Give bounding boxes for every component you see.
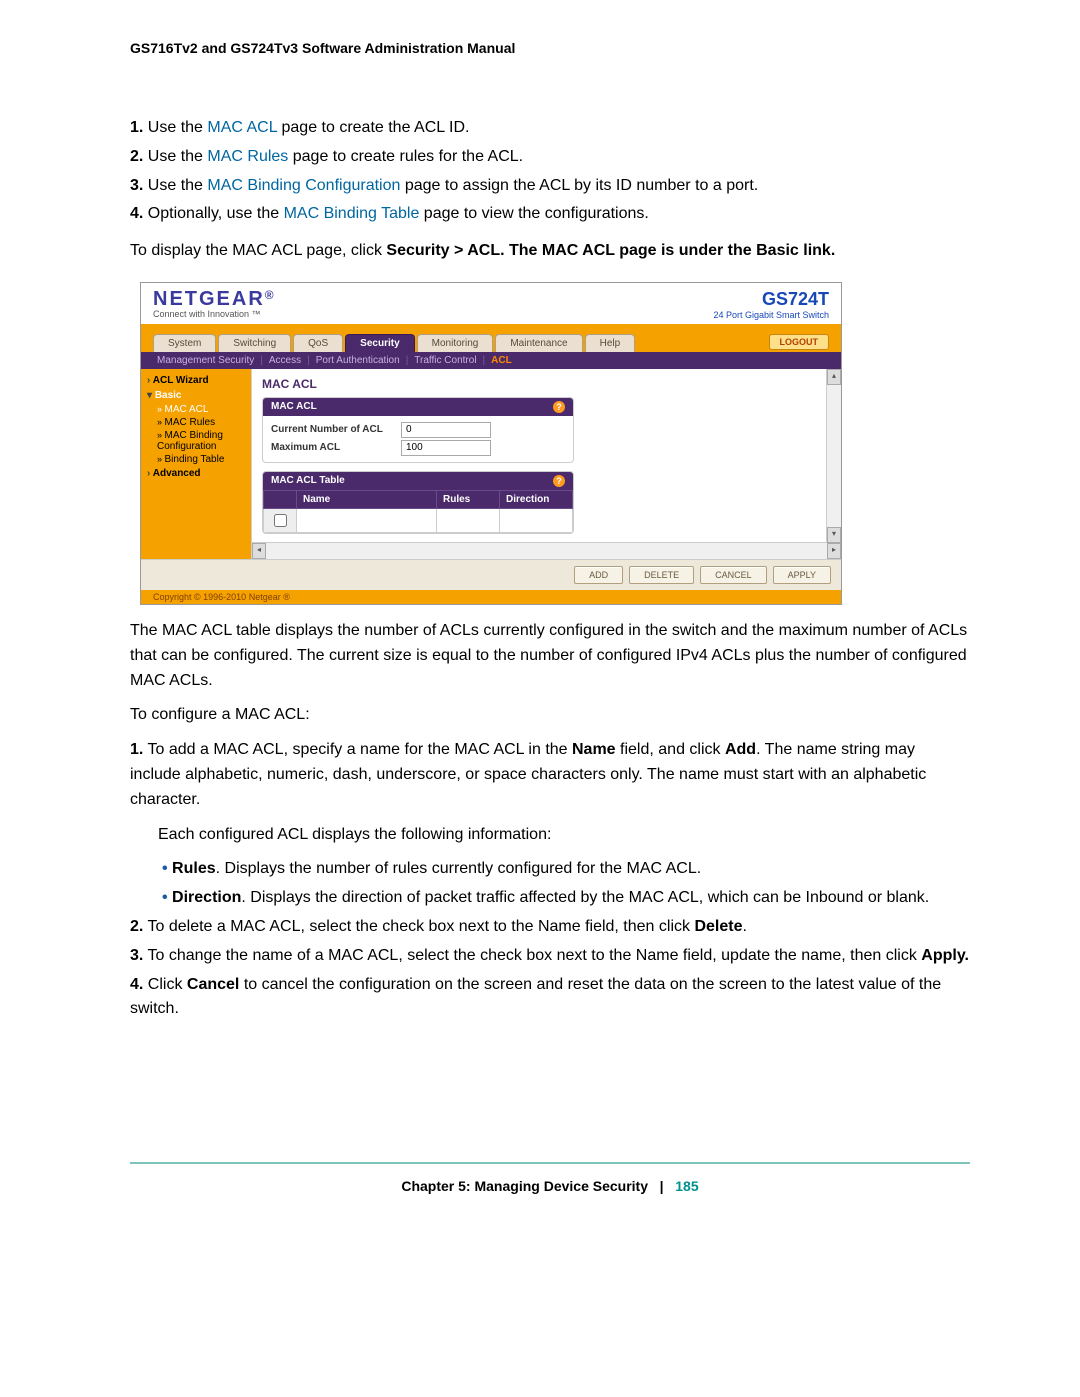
top-steps: 1. Use the MAC ACL page to create the AC… (130, 116, 970, 227)
page-number: 185 (675, 1178, 698, 1194)
config-step-1: 1. To add a MAC ACL, specify a name for … (130, 738, 970, 911)
action-bar: ADD DELETE CANCEL APPLY (141, 559, 841, 590)
step-3: 3. Use the MAC Binding Configuration pag… (130, 174, 970, 199)
logout-button[interactable]: LOGOUT (769, 334, 830, 350)
tab-switching[interactable]: Switching (218, 334, 291, 352)
cell-rules (437, 508, 500, 532)
copyright: Copyright © 1996-2010 Netgear ® (141, 590, 841, 604)
sidebar-basic[interactable]: Basic (147, 388, 249, 403)
sidebar-acl-wizard[interactable]: ACL Wizard (147, 373, 249, 388)
delete-button[interactable]: DELETE (629, 566, 694, 584)
panel-mac-acl-table: MAC ACL Table ? Name Rules Direction (262, 471, 574, 534)
model-block: GS724T 24 Port Gigabit Smart Switch (713, 289, 829, 320)
tab-qos[interactable]: QoS (293, 334, 343, 352)
step-1: 1. Use the MAC ACL page to create the AC… (130, 116, 970, 141)
explain-para-1: The MAC ACL table displays the number of… (130, 619, 970, 693)
intro-para: To display the MAC ACL page, click Secur… (130, 239, 970, 264)
link-mac-binding-table[interactable]: MAC Binding Table (284, 205, 420, 222)
footer-rule (130, 1162, 970, 1164)
col-rules: Rules (437, 490, 500, 508)
panel-mac-acl-title: MAC ACL (271, 401, 317, 412)
tab-system[interactable]: System (153, 334, 216, 352)
sidebar-item-mac-binding-config[interactable]: MAC Binding Configuration (147, 429, 249, 453)
app-header: NETGEAR® Connect with Innovation ™ GS724… (141, 283, 841, 324)
tab-help[interactable]: Help (585, 334, 636, 352)
sidebar-item-mac-rules[interactable]: MAC Rules (147, 416, 249, 429)
help-icon[interactable]: ? (553, 475, 565, 487)
tab-maintenance[interactable]: Maintenance (495, 334, 582, 352)
scroll-right-icon[interactable]: ▸ (827, 543, 841, 559)
subtab-mgmt-security[interactable]: Management Security (157, 355, 254, 366)
cell-name[interactable] (297, 508, 437, 532)
table-row (264, 508, 573, 532)
panel-mac-acl: MAC ACL ? Current Number of ACL Maximum … (262, 397, 574, 463)
cancel-button[interactable]: CANCEL (700, 566, 767, 584)
sidebar-item-mac-acl[interactable]: MAC ACL (147, 403, 249, 416)
config-step-1-sub: Each configured ACL displays the followi… (158, 823, 970, 848)
subtab-port-auth[interactable]: Port Authentication (316, 355, 400, 366)
bullet-rules: Rules. Displays the number of rules curr… (162, 857, 970, 882)
input-current-acl[interactable] (401, 422, 491, 438)
netgear-logo: NETGEAR® (153, 289, 276, 309)
add-button[interactable]: ADD (574, 566, 623, 584)
brand-tagline: Connect with Innovation ™ (153, 309, 276, 319)
config-steps: 1. To add a MAC ACL, specify a name for … (130, 738, 970, 1022)
panel-table-title: MAC ACL Table (271, 475, 345, 486)
step-2: 2. Use the MAC Rules page to create rule… (130, 145, 970, 170)
col-name: Name (297, 490, 437, 508)
apply-button[interactable]: APPLY (773, 566, 831, 584)
help-icon[interactable]: ? (553, 401, 565, 413)
scroll-left-icon[interactable]: ◂ (252, 543, 266, 559)
tab-monitoring[interactable]: Monitoring (417, 334, 494, 352)
link-mac-acl[interactable]: MAC ACL (207, 119, 277, 136)
config-step-2: 2. To delete a MAC ACL, select the check… (130, 915, 970, 940)
sidebar-advanced[interactable]: Advanced (147, 466, 249, 481)
section-title: MAC ACL (262, 377, 831, 391)
step-4: 4. Optionally, use the MAC Binding Table… (130, 202, 970, 227)
main-tabs: System Switching QoS Security Monitoring… (141, 330, 841, 352)
model-sub: 24 Port Gigabit Smart Switch (713, 310, 829, 320)
sidebar-item-binding-table[interactable]: Binding Table (147, 453, 249, 466)
tab-security[interactable]: Security (345, 334, 414, 352)
col-checkbox (264, 490, 297, 508)
screenshot: NETGEAR® Connect with Innovation ™ GS724… (140, 282, 842, 605)
link-mac-rules[interactable]: MAC Rules (207, 148, 288, 165)
label-max-acl: Maximum ACL (271, 442, 401, 453)
explain-para-2: To configure a MAC ACL: (130, 703, 970, 728)
subtab-acl[interactable]: ACL (491, 355, 512, 366)
hscrollbar[interactable]: ◂ ▸ (252, 542, 841, 559)
page-footer: Chapter 5: Managing Device Security | 18… (130, 1178, 970, 1194)
row-checkbox[interactable] (274, 514, 287, 527)
subtab-access[interactable]: Access (269, 355, 301, 366)
sub-tabs: Management Security| Access| Port Authen… (141, 352, 841, 369)
config-step-4: 4. Click Cancel to cancel the configurat… (130, 973, 970, 1023)
vscrollbar[interactable]: ▴ ▾ (826, 369, 841, 543)
subtab-traffic-control[interactable]: Traffic Control (414, 355, 476, 366)
label-current-acl: Current Number of ACL (271, 424, 401, 435)
col-direction: Direction (500, 490, 573, 508)
sidebar: ACL Wizard Basic MAC ACL MAC Rules MAC B… (141, 369, 251, 559)
scroll-up-icon[interactable]: ▴ (827, 369, 841, 385)
scroll-down-icon[interactable]: ▾ (827, 527, 841, 543)
brand-block: NETGEAR® Connect with Innovation ™ (153, 289, 276, 319)
cell-direction (500, 508, 573, 532)
model-name: GS724T (713, 289, 829, 310)
content-area: MAC ACL MAC ACL ? Current Number of ACL (251, 369, 841, 559)
bullet-direction: Direction. Displays the direction of pac… (162, 886, 970, 911)
link-mac-binding-config[interactable]: MAC Binding Configuration (207, 177, 400, 194)
document-header: GS716Tv2 and GS724Tv3 Software Administr… (130, 40, 970, 56)
input-max-acl[interactable] (401, 440, 491, 456)
config-step-3: 3. To change the name of a MAC ACL, sele… (130, 944, 970, 969)
